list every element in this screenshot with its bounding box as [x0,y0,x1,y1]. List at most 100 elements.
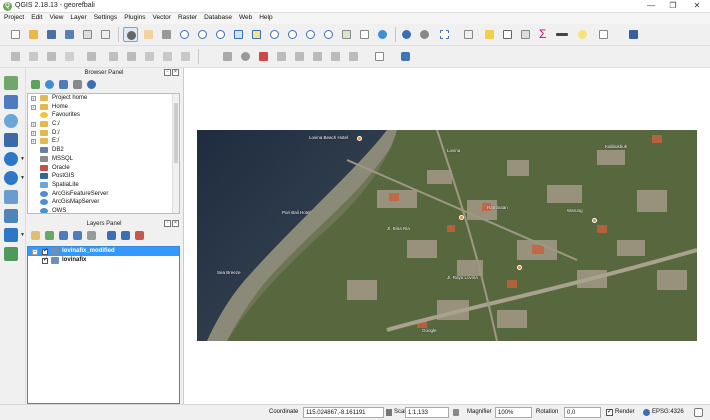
browser-item-db2[interactable]: DB2 [28,146,179,155]
browser-item-arcgis-feature-server[interactable]: ArcGisFeatureServer [28,190,179,199]
new-bookmark-icon[interactable] [357,27,372,42]
refresh-icon[interactable] [375,27,390,42]
render-checkbox[interactable] [606,407,613,416]
filter-by-expression-icon[interactable] [87,231,96,240]
coordinate-field[interactable]: 115.024867,-8.161191 [303,407,384,418]
add-selected-layers-icon[interactable] [31,80,40,89]
close-button[interactable]: ✕ [686,0,708,13]
map-canvas[interactable]: Lovina Beach Hotel Puri Bali Hotel Lovin… [183,68,710,404]
select-by-value-icon[interactable] [461,27,476,42]
add-spatialite-layer-icon[interactable] [4,114,18,128]
refresh-icon[interactable] [45,80,54,89]
save-project-icon[interactable] [44,27,59,42]
collapse-all-icon[interactable] [73,80,82,89]
lock-scale-icon[interactable] [453,409,459,416]
messages-icon[interactable] [694,408,703,417]
browser-item-postgis[interactable]: PostGIS [28,172,179,181]
pan-to-selection-icon[interactable] [159,27,174,42]
add-wfs-layer-icon[interactable] [4,171,18,185]
save-layer-edits-icon[interactable] [44,49,59,64]
deselect-features-icon[interactable] [482,27,497,42]
browser-scrollbar[interactable] [172,94,179,213]
properties-icon[interactable] [87,80,96,89]
rotate-label-icon[interactable] [310,49,325,64]
zoom-native-icon[interactable] [285,27,300,42]
float-panel-icon[interactable]: ▫ [164,69,171,76]
browser-item-project-home[interactable]: + Project home [28,94,179,103]
expand-icon[interactable]: + [31,139,36,145]
filter-legend-icon[interactable] [73,231,82,240]
show-hide-labels-icon[interactable] [274,49,289,64]
map-tips-icon[interactable] [575,27,590,42]
maximize-button[interactable]: ❐ [662,0,684,13]
wms-scale-icon[interactable] [372,49,387,64]
zoom-next-icon[interactable] [321,27,336,42]
node-tool-icon[interactable] [106,49,121,64]
menu-raster[interactable]: Raster [174,13,200,21]
new-map-view-icon[interactable] [339,27,354,42]
zoom-to-selection-icon[interactable] [249,27,264,42]
label-toolbar-icon[interactable] [220,49,235,64]
layer-visibility-checkbox[interactable] [42,247,48,256]
filter-icon[interactable] [59,80,68,89]
layer-item-lovinafix[interactable]: lovinafix [28,256,179,265]
python-icon[interactable] [398,49,413,64]
browser-item-e-drive[interactable]: + E:/ [28,137,179,146]
menu-web[interactable]: Web [235,13,255,21]
menu-vector[interactable]: Vector [149,13,174,21]
pan-map-icon[interactable] [123,27,138,42]
layers-tree[interactable]: − lovinafix_modified lovinafix [27,246,180,404]
cut-features-icon[interactable] [142,49,157,64]
browser-item-favourites[interactable]: Favourites [28,111,179,120]
expand-icon[interactable]: + [31,104,36,110]
browser-tree[interactable]: + Project home + Home Favourites + C:/ + D:/… [27,93,180,214]
add-raster-layer-icon[interactable] [4,95,18,109]
browser-item-d-drive[interactable]: + D:/ [28,129,179,138]
pan-hand-icon[interactable] [141,27,156,42]
crs-globe-icon[interactable] [643,409,650,416]
move-feature-icon[interactable] [84,49,99,64]
run-feature-action-icon[interactable] [417,27,432,42]
browser-item-home[interactable]: + Home [28,103,179,112]
open-attribute-table-icon[interactable] [500,27,515,42]
add-wcs-layer-icon[interactable] [4,190,18,204]
menu-settings[interactable]: Settings [90,13,121,21]
browser-item-arcgis-map-server[interactable]: ArcGisMapServer [28,198,179,207]
browser-item-spatialite[interactable]: SpatiaLite [28,181,179,190]
label-pin-icon[interactable] [238,49,253,64]
rotation-spinbox[interactable]: 0.0 [564,407,601,418]
copy-features-icon[interactable] [160,49,175,64]
manage-map-themes-icon[interactable] [59,231,68,240]
menu-database[interactable]: Database [200,13,235,21]
move-label-icon[interactable] [292,49,307,64]
add-wms-layer-icon[interactable] [4,152,18,166]
python-console-icon[interactable] [626,27,641,42]
menu-project[interactable]: Project [0,13,27,21]
composer-manager-icon[interactable] [98,27,113,42]
zoom-last-icon[interactable] [303,27,318,42]
show-hide-diagrams-icon[interactable] [346,49,361,64]
menu-edit[interactable]: Edit [27,13,45,21]
zoom-out-icon[interactable] [195,27,210,42]
change-label-icon[interactable] [328,49,343,64]
add-group-icon[interactable] [45,231,54,240]
menu-plugins[interactable]: Plugins [120,13,148,21]
menu-help[interactable]: Help [255,13,275,21]
text-annotation-icon[interactable] [596,27,611,42]
toggle-editing-icon[interactable] [26,49,41,64]
layer-item-lovinafix-modified[interactable]: − lovinafix_modified [28,247,179,256]
collapse-all-icon[interactable] [121,231,130,240]
crs-label[interactable]: EPSG:4326 [652,409,684,415]
browser-item-mssql[interactable]: MSSQL [28,155,179,164]
browser-item-c-drive[interactable]: + C:/ [28,120,179,129]
add-vector-layer-icon[interactable] [4,76,18,90]
current-edits-icon[interactable] [8,49,23,64]
expand-icon[interactable]: + [31,130,36,136]
add-delimited-text-icon[interactable] [4,209,18,223]
delete-selected-icon[interactable] [124,49,139,64]
layer-visibility-checkbox[interactable] [42,256,48,265]
expand-icon[interactable]: + [31,96,36,101]
add-feature-icon[interactable] [62,49,77,64]
save-as-icon[interactable] [62,27,77,42]
select-features-icon[interactable] [437,27,452,42]
